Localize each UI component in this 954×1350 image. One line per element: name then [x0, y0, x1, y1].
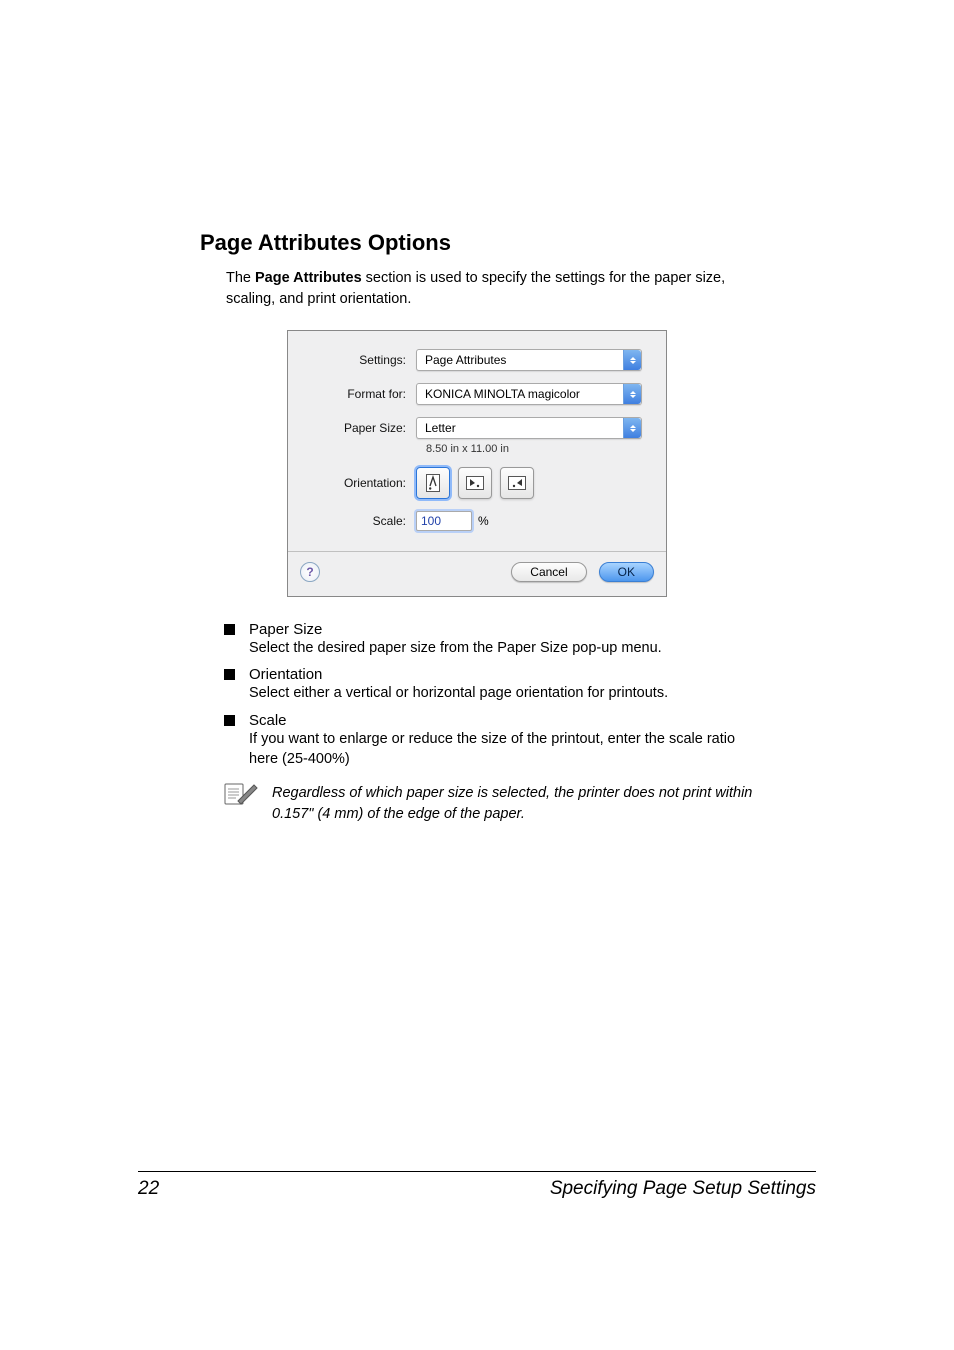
- bullet-title: Scale: [249, 712, 287, 729]
- page-footer: 22 Specifying Page Setup Settings: [138, 1171, 816, 1200]
- orientation-reverse-landscape-button[interactable]: [500, 467, 534, 499]
- paper-size-dimensions: 8.50 in x 11.00 in: [426, 443, 642, 455]
- reverse-landscape-icon: [508, 476, 526, 490]
- list-item: Orientation Select either a vertical or …: [224, 666, 754, 703]
- intro-paragraph: The Page Attributes section is used to s…: [226, 268, 754, 310]
- orientation-label: Orientation:: [298, 476, 416, 490]
- popup-arrows-icon: [623, 384, 641, 404]
- note-text: Regardless of which paper size is select…: [272, 783, 754, 825]
- orientation-portrait-button[interactable]: [416, 467, 450, 499]
- bullet-desc: If you want to enlarge or reduce the siz…: [249, 729, 754, 770]
- scale-label: Scale:: [298, 514, 416, 528]
- scale-value: 100: [421, 514, 441, 528]
- orientation-landscape-button[interactable]: [458, 467, 492, 499]
- landscape-icon: [466, 476, 484, 490]
- portrait-icon: [426, 474, 440, 492]
- intro-bold: Page Attributes: [255, 270, 362, 286]
- ok-button[interactable]: OK: [599, 562, 654, 582]
- bullet-list: Paper Size Select the desired paper size…: [224, 621, 754, 769]
- note-icon: [224, 781, 258, 805]
- list-item: Scale If you want to enlarge or reduce t…: [224, 712, 754, 770]
- scale-suffix: %: [478, 514, 489, 528]
- note: Regardless of which paper size is select…: [224, 783, 754, 825]
- list-item: Paper Size Select the desired paper size…: [224, 621, 754, 658]
- page-number: 22: [138, 1178, 159, 1200]
- paper-size-value: Letter: [425, 421, 456, 435]
- popup-arrows-icon: [623, 350, 641, 370]
- page-setup-dialog: Settings: Page Attributes Format for: KO…: [287, 330, 667, 597]
- bullet-desc: Select the desired paper size from the P…: [249, 638, 754, 658]
- scale-input[interactable]: 100: [416, 511, 472, 531]
- paper-size-label: Paper Size:: [298, 421, 416, 435]
- cancel-button[interactable]: Cancel: [511, 562, 586, 582]
- section-heading: Page Attributes Options: [200, 230, 754, 256]
- paper-size-popup[interactable]: Letter: [416, 417, 642, 439]
- bullet-square-icon: [224, 715, 235, 726]
- help-icon: ?: [306, 565, 313, 579]
- intro-text-prefix: The: [226, 270, 255, 286]
- bullet-title: Paper Size: [249, 621, 322, 638]
- settings-value: Page Attributes: [425, 353, 506, 367]
- settings-label: Settings:: [298, 353, 416, 367]
- bullet-title: Orientation: [249, 666, 322, 683]
- settings-popup[interactable]: Page Attributes: [416, 349, 642, 371]
- format-for-value: KONICA MINOLTA magicolor: [425, 387, 580, 401]
- bullet-square-icon: [224, 669, 235, 680]
- format-for-popup[interactable]: KONICA MINOLTA magicolor: [416, 383, 642, 405]
- format-for-label: Format for:: [298, 387, 416, 401]
- bullet-square-icon: [224, 624, 235, 635]
- footer-title: Specifying Page Setup Settings: [550, 1178, 816, 1200]
- bullet-desc: Select either a vertical or horizontal p…: [249, 683, 754, 703]
- popup-arrows-icon: [623, 418, 641, 438]
- help-button[interactable]: ?: [300, 562, 320, 582]
